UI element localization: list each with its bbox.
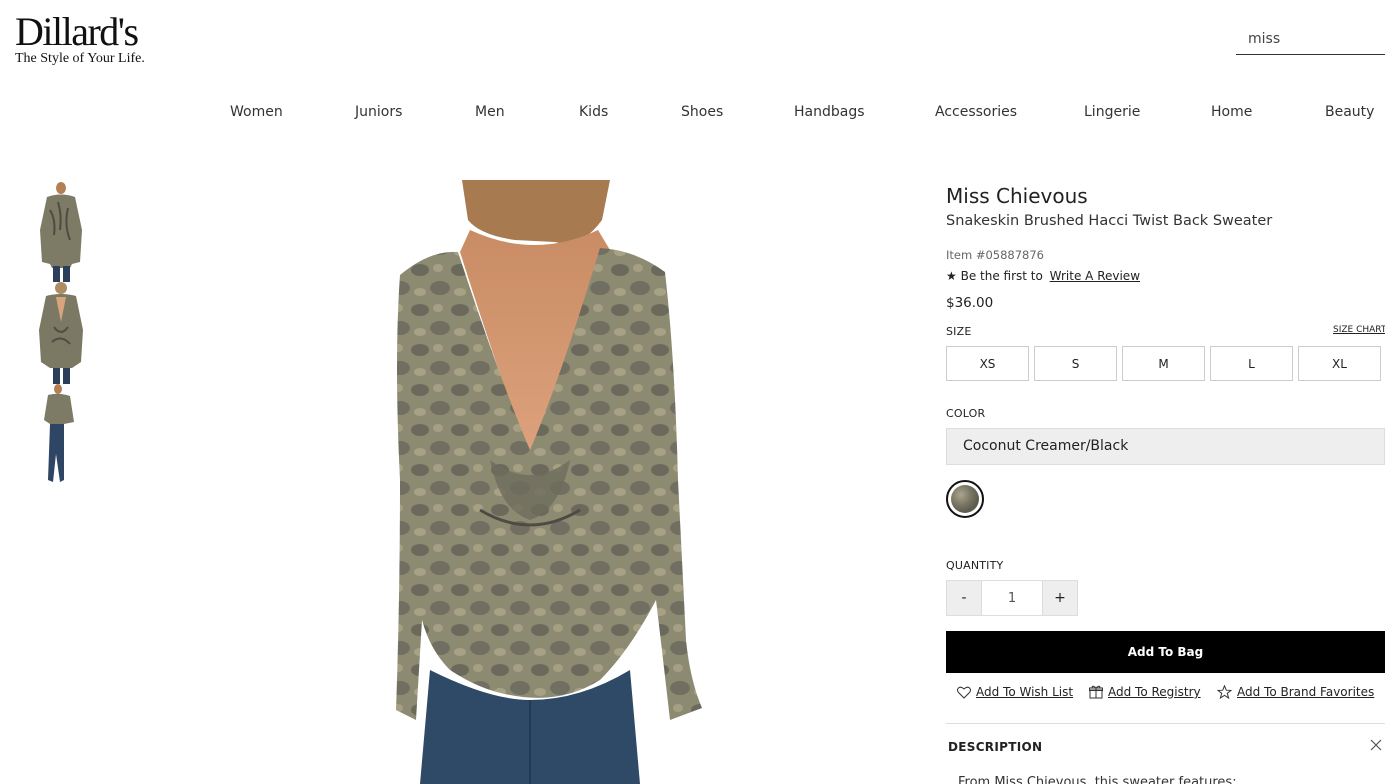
- description-text: From Miss Chievous, this sweater feature…: [958, 775, 1237, 784]
- nav-item-accessories[interactable]: Accessories: [935, 104, 1017, 120]
- product-brand[interactable]: Miss Chievous: [946, 184, 1088, 208]
- quantity-label: QUANTITY: [946, 559, 1004, 572]
- size-option-m[interactable]: M: [1122, 346, 1205, 381]
- item-number: Item #05887876: [946, 248, 1045, 262]
- dillards-logo[interactable]: Dillard's The Style of Your Life.: [15, 12, 175, 66]
- quantity-increase-button[interactable]: +: [1042, 580, 1078, 616]
- nav-item-men[interactable]: Men: [475, 104, 505, 120]
- color-select[interactable]: Coconut Creamer/Black: [946, 428, 1385, 465]
- add-to-wish-list-button[interactable]: Add To Wish List: [957, 685, 1073, 699]
- product-price: $36.00: [946, 295, 994, 311]
- product-thumbnail-side[interactable]: [34, 384, 88, 486]
- description-heading[interactable]: DESCRIPTION: [948, 740, 1042, 754]
- divider: [946, 723, 1385, 724]
- logo-wordmark: Dillard's: [15, 9, 139, 54]
- gift-icon: [1089, 685, 1103, 699]
- close-icon[interactable]: [1369, 738, 1383, 752]
- add-to-registry-button[interactable]: Add To Registry: [1089, 685, 1201, 699]
- product-main-image[interactable]: [330, 180, 750, 784]
- nav-item-home[interactable]: Home: [1211, 104, 1252, 120]
- color-swatch[interactable]: [946, 480, 984, 518]
- heart-icon: [957, 686, 971, 699]
- registry-label: Add To Registry: [1108, 685, 1201, 699]
- review-prompt: ★ Be the first to Write A Review: [946, 269, 1140, 283]
- nav-item-shoes[interactable]: Shoes: [681, 104, 723, 120]
- main-nav: Women Juniors Men Kids Shoes Handbags Ac…: [0, 104, 1385, 124]
- brand-favorites-label: Add To Brand Favorites: [1237, 685, 1375, 699]
- add-to-brand-favorites-button[interactable]: Add To Brand Favorites: [1217, 685, 1374, 699]
- swatch-image: [951, 485, 979, 513]
- nav-item-kids[interactable]: Kids: [579, 104, 608, 120]
- nav-item-women[interactable]: Women: [230, 104, 283, 120]
- color-label: COLOR: [946, 407, 986, 420]
- quantity-input[interactable]: [982, 580, 1042, 616]
- product-thumbnail-back[interactable]: [34, 282, 88, 384]
- nav-item-lingerie[interactable]: Lingerie: [1084, 104, 1140, 120]
- logo-tagline: The Style of Your Life.: [15, 51, 145, 66]
- review-prefix: Be the first to: [960, 269, 1043, 283]
- quantity-decrease-button[interactable]: -: [946, 580, 982, 616]
- star-icon: ★: [946, 269, 957, 283]
- size-option-xl[interactable]: XL: [1298, 346, 1381, 381]
- write-review-link[interactable]: Write A Review: [1050, 269, 1140, 283]
- product-name: Snakeskin Brushed Hacci Twist Back Sweat…: [946, 213, 1273, 229]
- nav-item-juniors[interactable]: Juniors: [355, 104, 402, 120]
- size-option-s[interactable]: S: [1034, 346, 1117, 381]
- product-thumbnail-front[interactable]: [34, 180, 88, 282]
- add-to-bag-button[interactable]: Add To Bag: [946, 631, 1385, 673]
- size-option-l[interactable]: L: [1210, 346, 1293, 381]
- star-outline-icon: [1217, 685, 1232, 699]
- search-input[interactable]: [1236, 24, 1385, 55]
- size-option-xs[interactable]: XS: [946, 346, 1029, 381]
- nav-item-beauty[interactable]: Beauty: [1325, 104, 1374, 120]
- size-chart-link[interactable]: SIZE CHART: [1333, 325, 1385, 335]
- nav-item-handbags[interactable]: Handbags: [794, 104, 865, 120]
- wish-list-label: Add To Wish List: [976, 685, 1074, 699]
- size-label: SIZE: [946, 325, 972, 338]
